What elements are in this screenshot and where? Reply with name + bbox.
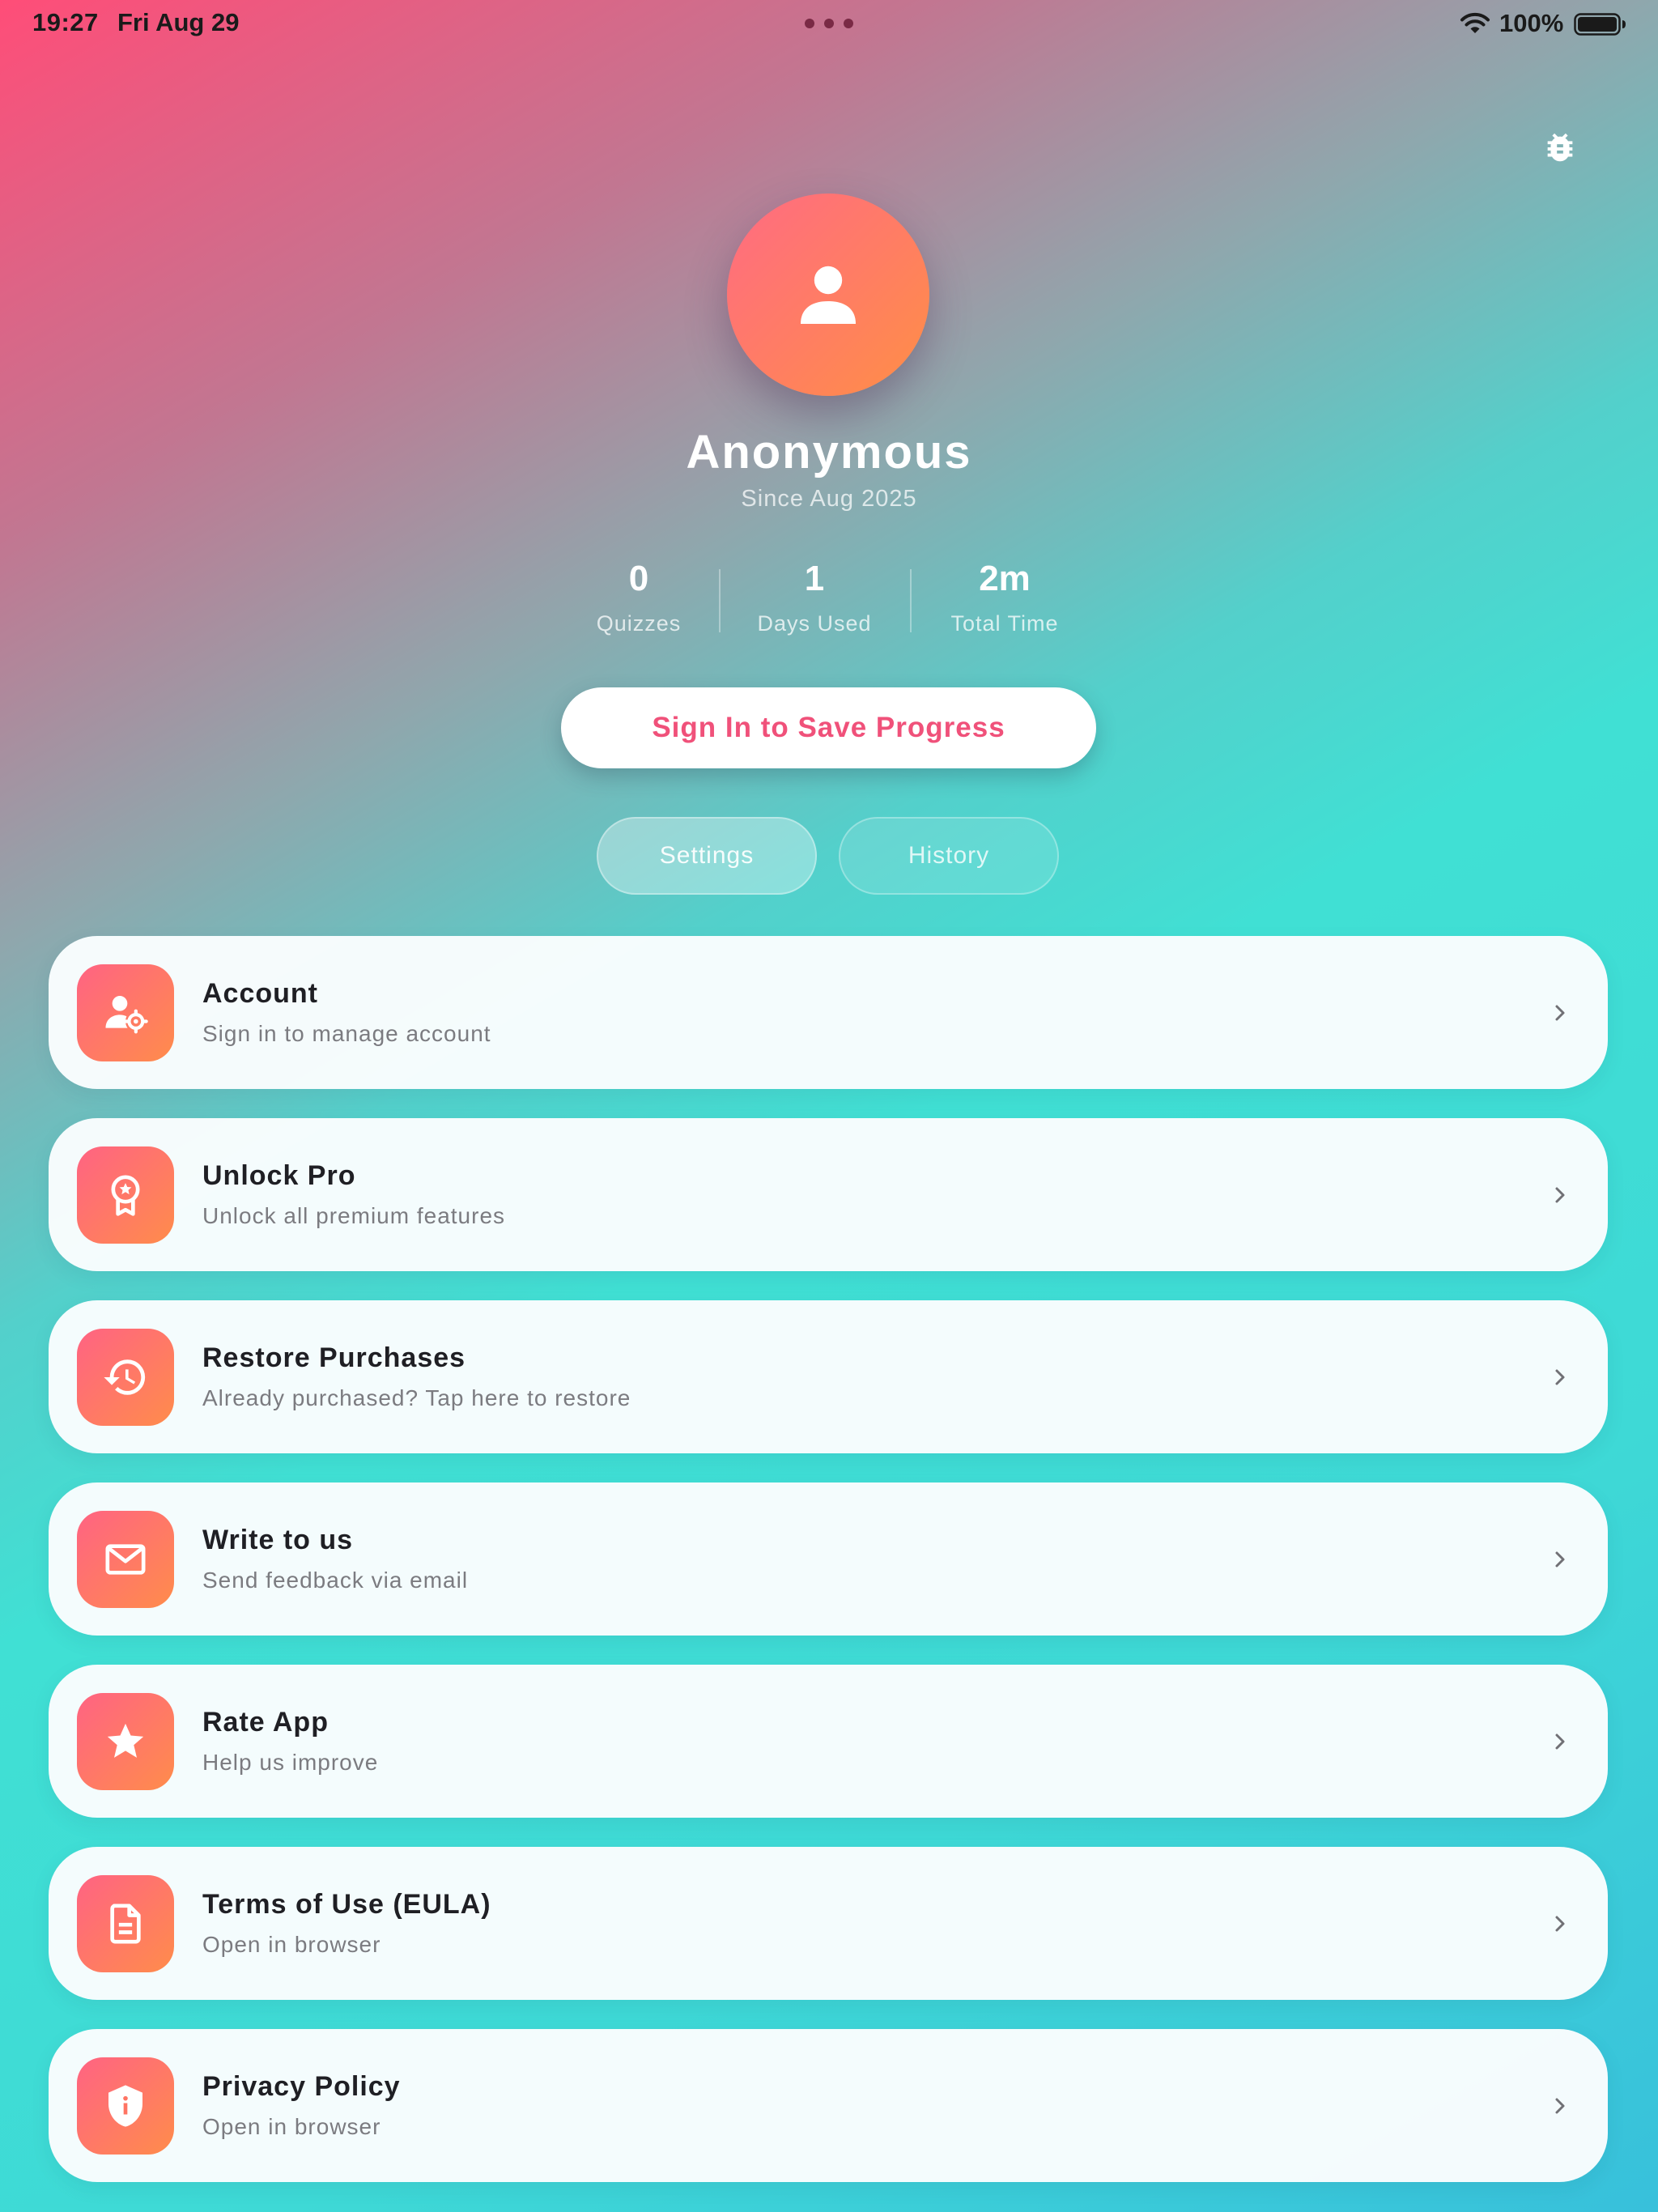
menu-item-write-to-us[interactable]: Write to us Send feedback via email [49,1482,1608,1636]
menu-icon-container [77,1329,174,1426]
menu-item-restore-purchases[interactable]: Restore Purchases Already purchased? Tap… [49,1300,1608,1453]
menu-item-subtitle: Unlock all premium features [202,1203,506,1228]
stat-value: 1 [804,559,825,598]
menu-icon-container [77,1875,174,1972]
chevron-right-icon [1555,2098,1565,2114]
menu-item-terms-of-use[interactable]: Terms of Use (EULA) Open in browser [49,1847,1608,2000]
menu-item-account[interactable]: Account Sign in to manage account [49,936,1608,1089]
stat-total-time: 2m Total Time [912,555,1098,636]
menu-item-title: Account [202,978,318,1009]
battery-percentage: 100% [1499,9,1564,37]
stats-row: 0 Quizzes 1 Days Used 2m Total Time [0,555,1658,652]
stat-value: 2m [979,559,1031,598]
award-icon [111,1175,140,1216]
tab-history[interactable]: History [839,817,1059,895]
menu-icon-container [77,1693,174,1790]
chevron-right-icon [1555,1916,1565,1932]
menu-item-subtitle: Help us improve [202,1750,379,1775]
menu-item-subtitle: Open in browser [202,2114,381,2139]
menu-item-title: Unlock Pro [202,1160,356,1191]
menu-item-subtitle: Already purchased? Tap here to restore [202,1385,631,1410]
stat-value: 0 [628,559,649,598]
menu-item-unlock-pro[interactable]: Unlock Pro Unlock all premium features [49,1118,1608,1271]
menu-item-privacy-policy[interactable]: Privacy Policy Open in browser [49,2029,1608,2182]
stat-label: Total Time [950,611,1059,636]
menu-item-title: Restore Purchases [202,1342,466,1373]
multitasking-dots-icon[interactable] [805,19,853,28]
sign-in-button[interactable]: Sign In to Save Progress [561,687,1096,768]
star-icon [107,1723,144,1758]
menu-icon-container [77,1511,174,1608]
battery-icon [1574,13,1626,36]
chevron-right-icon [1555,1551,1565,1568]
menu-item-rate-app[interactable]: Rate App Help us improve [49,1665,1608,1818]
bug-icon [1547,133,1573,162]
tab-settings[interactable]: Settings [597,817,817,895]
chevron-right-icon [1555,1369,1565,1385]
chevron-right-icon [1555,1005,1565,1021]
chevron-right-icon [1555,1187,1565,1203]
debug-button[interactable] [1538,125,1582,169]
user-gear-icon [105,996,148,1034]
stat-label: Quizzes [596,611,682,636]
chevron-right-icon [1555,1733,1565,1750]
profile-name: Anonymous [686,426,972,479]
person-icon [801,266,856,324]
menu-item-title: Privacy Policy [202,2071,401,2102]
menu-icon-container [77,2057,174,2155]
menu-icon-container [77,964,174,1061]
menu-item-title: Rate App [202,1707,329,1738]
document-icon [110,1904,141,1944]
menu-item-title: Terms of Use (EULA) [202,1889,491,1920]
profile-since-date: Since Aug 2025 [741,486,917,512]
menu-icon-container [77,1146,174,1244]
status-bar: 19:27 Fri Aug 29 100% [0,0,1658,49]
menu-item-subtitle: Send feedback via email [202,1568,469,1593]
mail-icon [105,1544,146,1575]
stat-divider [719,569,721,632]
menu-item-subtitle: Sign in to manage account [202,1021,491,1046]
wifi-icon [1460,12,1490,33]
menu-item-title: Write to us [202,1525,354,1555]
menu-item-subtitle: Open in browser [202,1932,381,1957]
avatar[interactable] [727,194,929,396]
stat-days-used: 1 Days Used [721,555,908,636]
status-time: 19:27 [32,8,99,36]
stat-label: Days Used [757,611,872,636]
shield-icon [108,2085,142,2127]
status-date: Fri Aug 29 [117,8,240,36]
history-icon [104,1359,146,1395]
stat-quizzes: 0 Quizzes [546,555,732,636]
settings-menu-list: Account Sign in to manage account Unlock… [49,936,1608,2211]
